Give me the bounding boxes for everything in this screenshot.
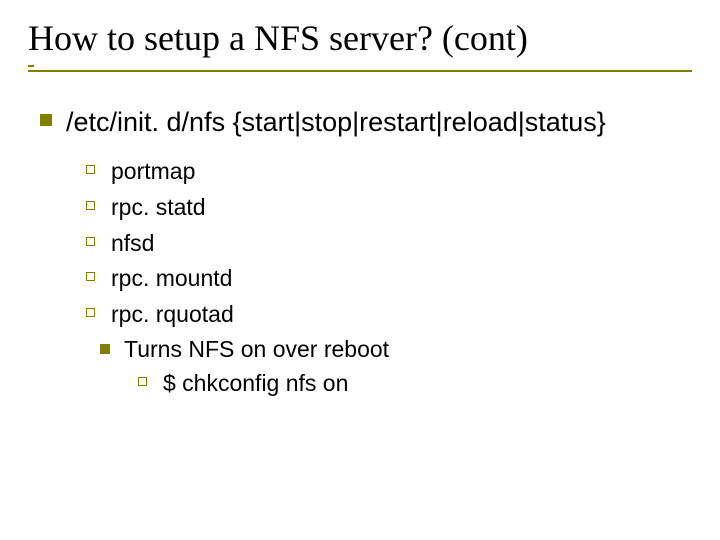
bullet-level2: $ chkconfig nfs on (138, 369, 692, 399)
slide-title: How to setup a NFS server? (cont) (28, 18, 692, 59)
bullet-text: Turns NFS on over reboot (124, 336, 389, 363)
bullet-level2: rpc. mountd (86, 264, 692, 294)
hollow-square-bullet-icon (86, 272, 95, 281)
hollow-square-bullet-icon (86, 201, 95, 210)
bullet-text: nfsd (111, 229, 154, 259)
bullet-text: rpc. rquotad (111, 300, 234, 330)
bullet-text: portmap (111, 157, 195, 187)
bullet-level2: rpc. rquotad (86, 300, 692, 330)
bullet-level1: /etc/init. d/nfs {start|stop|restart|rel… (40, 106, 692, 138)
square-bullet-icon (100, 344, 110, 354)
hollow-square-bullet-icon (86, 165, 95, 174)
slide-body: /etc/init. d/nfs {start|stop|restart|rel… (28, 106, 692, 399)
bullet-text: /etc/init. d/nfs {start|stop|restart|rel… (66, 106, 606, 138)
square-bullet-icon (40, 114, 52, 126)
bullet-text: rpc. statd (111, 193, 206, 223)
bullet-level2: nfsd (86, 229, 692, 259)
bullet-text: $ chkconfig nfs on (163, 369, 348, 399)
hollow-square-bullet-icon (138, 377, 147, 386)
bullet-level2: rpc. statd (86, 193, 692, 223)
hollow-square-bullet-icon (86, 308, 95, 317)
sublist: $ chkconfig nfs on (138, 369, 692, 399)
bullet-text: rpc. mountd (111, 264, 232, 294)
slide: How to setup a NFS server? (cont) /etc/i… (0, 0, 720, 540)
sublist: portmap rpc. statd nfsd rpc. mountd rpc.… (86, 157, 692, 399)
bullet-level2: portmap (86, 157, 692, 187)
title-underline (28, 65, 692, 72)
hollow-square-bullet-icon (86, 237, 95, 246)
bullet-level1: Turns NFS on over reboot (100, 336, 692, 363)
